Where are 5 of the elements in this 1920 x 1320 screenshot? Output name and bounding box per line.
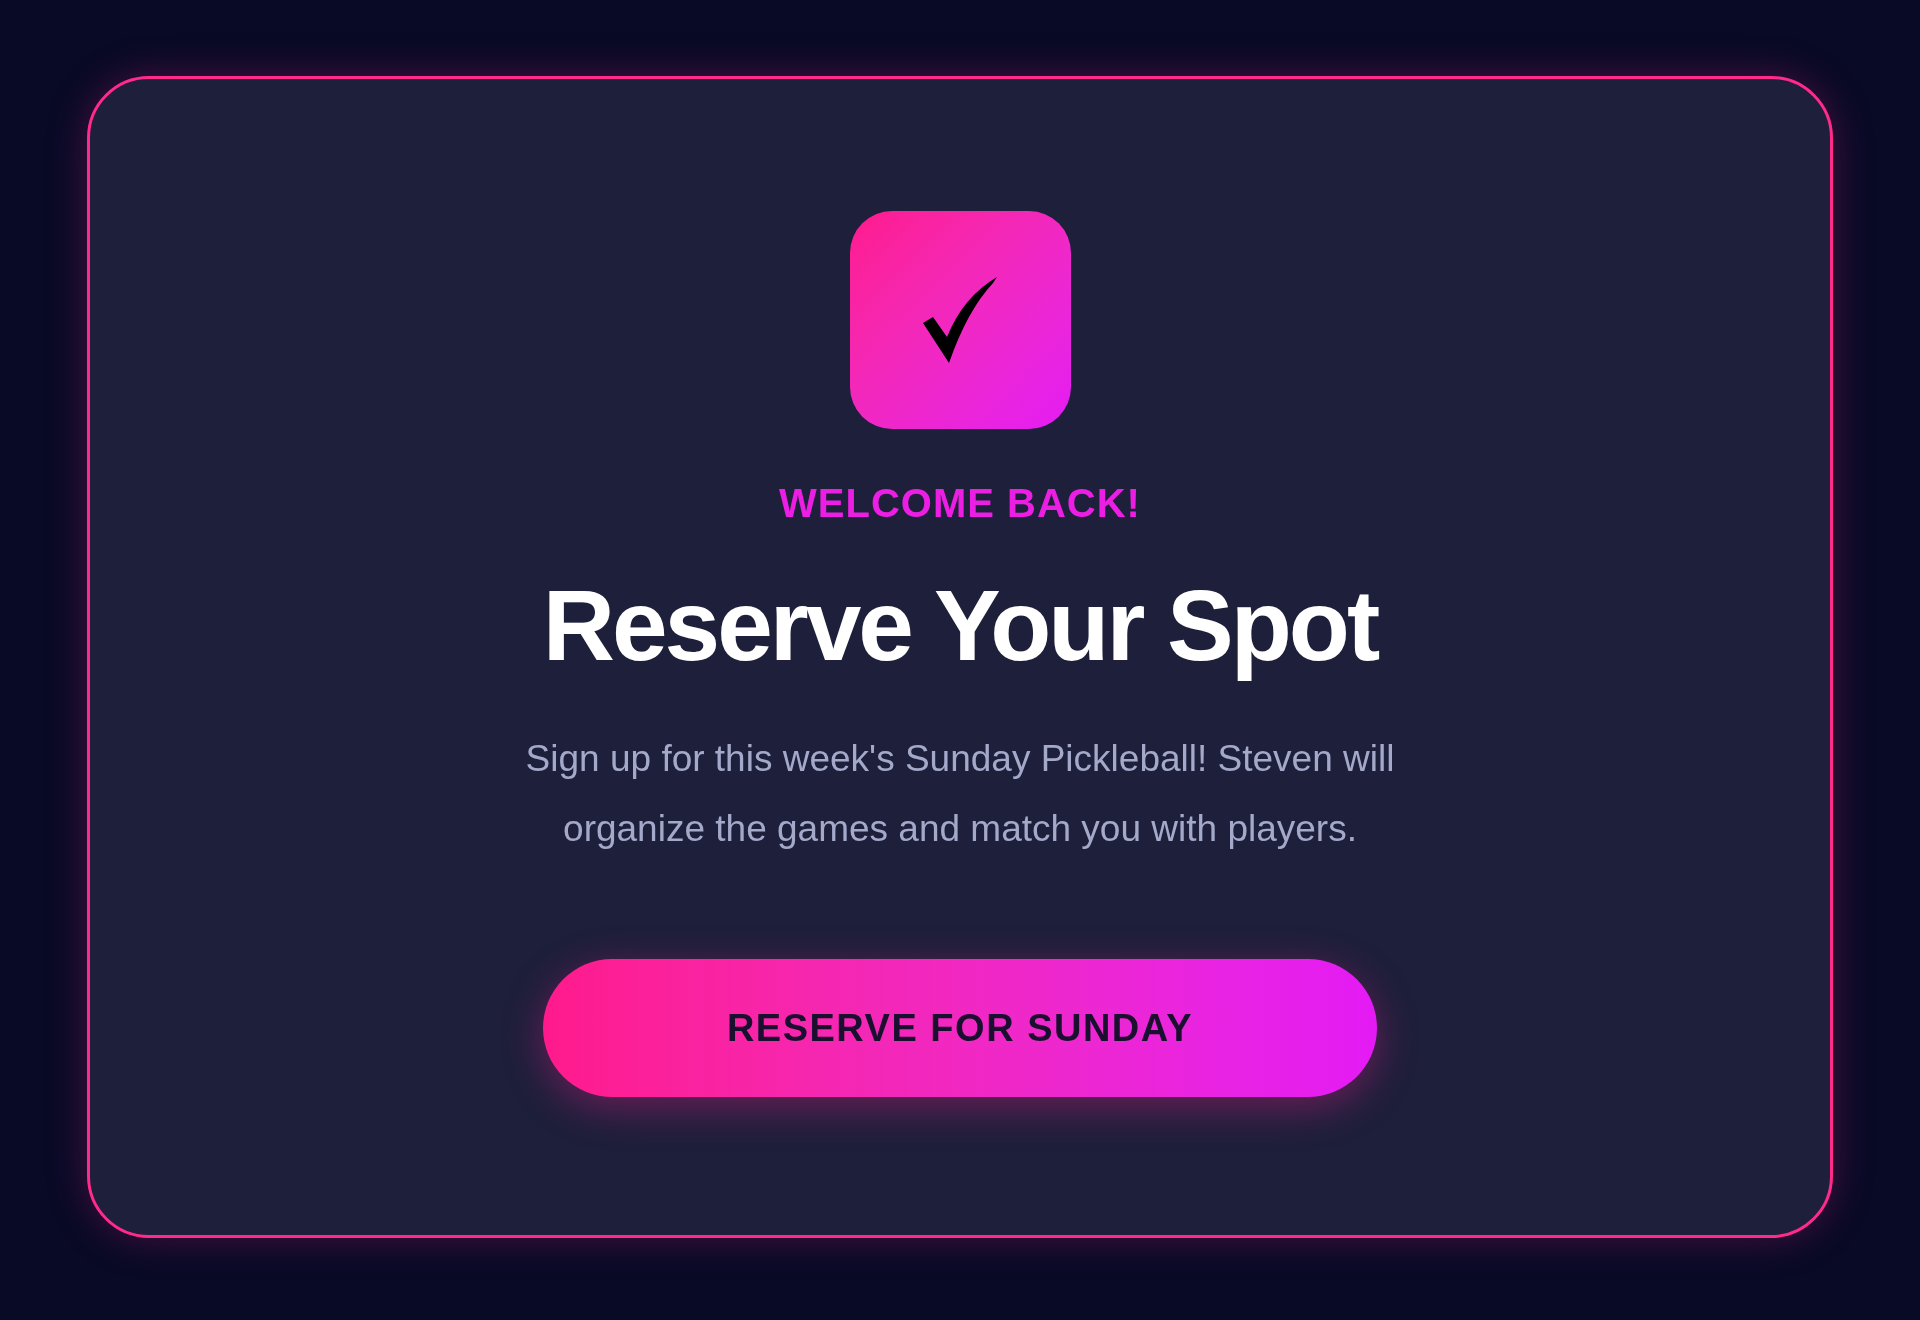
reserve-button[interactable]: RESERVE FOR SUNDAY: [543, 959, 1377, 1097]
check-icon: [923, 277, 997, 363]
description-text: Sign up for this week's Sunday Pickleball! Steven will organize the games and match you with players.: [524, 737, 1396, 851]
welcome-heading: WELCOME BACK!: [779, 483, 1141, 523]
page-title: Reserve Your Spot: [542, 568, 1378, 683]
